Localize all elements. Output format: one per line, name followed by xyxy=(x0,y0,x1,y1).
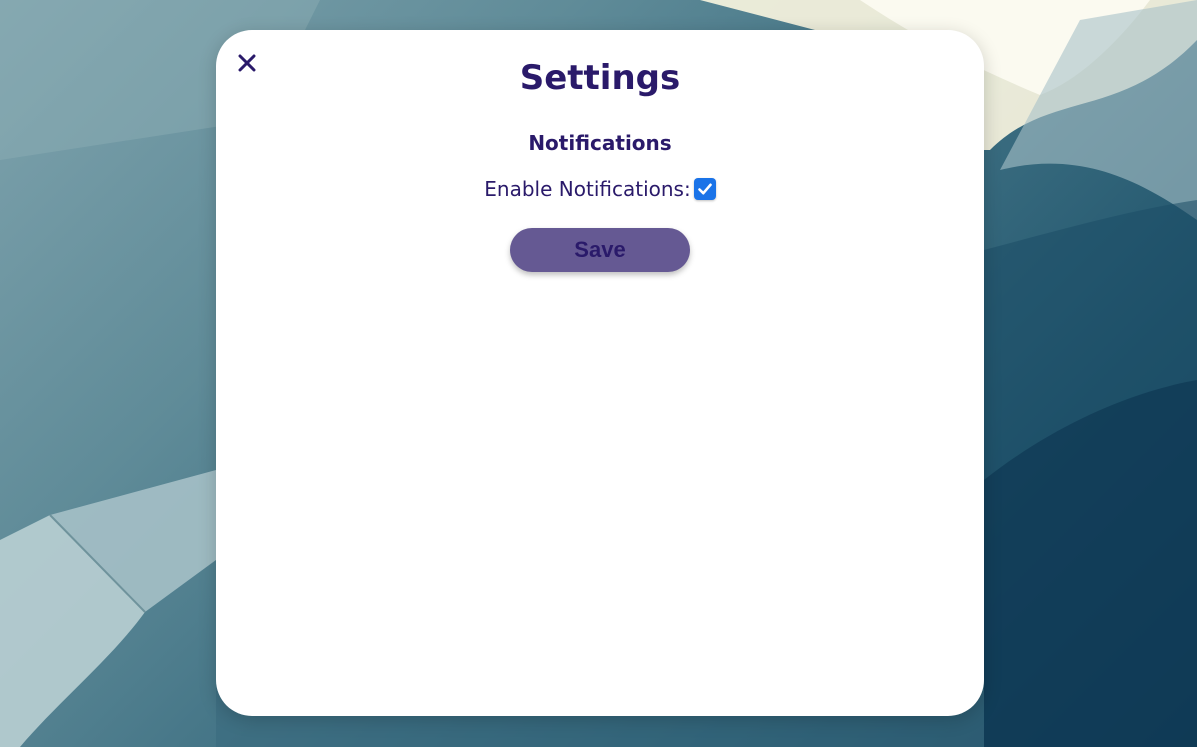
enable-notifications-row: Enable Notifications: xyxy=(216,177,984,201)
checkmark-icon xyxy=(697,183,712,195)
save-button[interactable]: Save xyxy=(510,228,690,272)
notifications-heading: Notifications xyxy=(528,131,672,155)
settings-dialog: Settings Notifications Enable Notificati… xyxy=(216,30,984,716)
dialog-title: Settings xyxy=(519,58,681,98)
enable-notifications-label: Enable Notifications: xyxy=(484,177,691,201)
enable-notifications-checkbox[interactable] xyxy=(693,178,716,200)
